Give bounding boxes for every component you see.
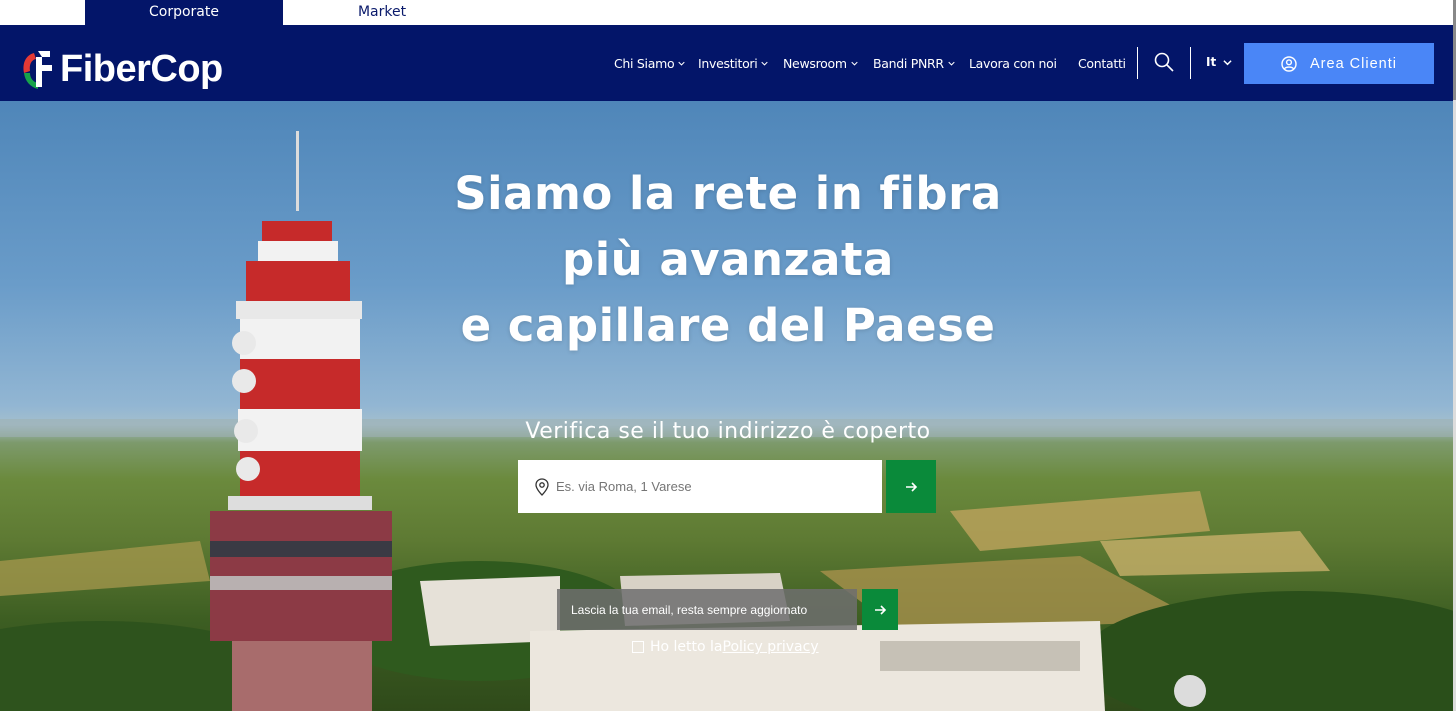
logo-text: FiberCop	[60, 47, 223, 90]
logo-mark-icon	[23, 51, 52, 89]
privacy-policy-link[interactable]: Policy privacy	[723, 639, 819, 655]
chevron-down-icon	[761, 61, 769, 66]
chevron-down-icon	[678, 61, 685, 66]
coverage-subtitle: Verifica se il tuo indirizzo è coperto	[525, 419, 931, 444]
nav-divider	[1137, 47, 1138, 79]
address-input[interactable]	[556, 479, 856, 494]
user-circle-icon	[1281, 55, 1297, 72]
main-header: FiberCop Chi Siamo Investitori Newsroom …	[0, 25, 1456, 101]
hero-title-line: e capillare del Paese	[460, 299, 996, 352]
newsletter-submit-button[interactable]	[862, 589, 898, 630]
nav-label: Chi Siamo	[614, 56, 675, 71]
arrow-right-icon	[906, 481, 918, 492]
language-label: It	[1206, 55, 1217, 69]
nav-label: Bandi PNRR	[873, 56, 944, 71]
privacy-checkbox[interactable]	[632, 641, 644, 653]
nav-label: Lavora con noi	[969, 56, 1057, 71]
nav-divider	[1190, 47, 1191, 79]
nav-investitori[interactable]: Investitori	[698, 56, 769, 71]
hero-title-line: più avanzata	[562, 233, 894, 286]
privacy-prefix: Ho letto la	[650, 639, 723, 655]
hero-title-line: Siamo la rete in fibra	[454, 167, 1002, 220]
fibercop-logo[interactable]: FiberCop	[20, 45, 223, 93]
tab-corporate[interactable]: Corporate	[85, 0, 283, 25]
area-clienti-label: Area Clienti	[1310, 55, 1397, 72]
arrow-right-icon	[875, 604, 887, 615]
area-clienti-button[interactable]: Area Clienti	[1244, 43, 1434, 84]
nav-chi-siamo[interactable]: Chi Siamo	[614, 56, 685, 71]
nav-bandi-pnrr[interactable]: Bandi PNRR	[873, 56, 955, 71]
newsletter-box	[557, 589, 857, 630]
nav-newsroom[interactable]: Newsroom	[783, 56, 858, 71]
nav-label: Investitori	[698, 56, 758, 71]
language-selector[interactable]: It	[1206, 55, 1232, 69]
hero-section: Siamo la rete in fibra più avanzata e ca…	[0, 101, 1456, 711]
search-icon[interactable]	[1154, 52, 1174, 72]
nav-contatti[interactable]: Contatti	[1078, 56, 1126, 71]
chevron-down-icon	[948, 61, 955, 66]
newsletter-email-input[interactable]	[571, 602, 851, 617]
address-submit-button[interactable]	[886, 460, 936, 513]
chevron-down-icon	[851, 61, 858, 66]
address-search-box	[518, 460, 882, 513]
site-switcher: Corporate Market	[0, 0, 1456, 25]
nav-label: Newsroom	[783, 56, 847, 71]
nav-lavora-con-noi[interactable]: Lavora con noi	[969, 56, 1057, 71]
privacy-consent: Ho letto la Policy privacy	[632, 639, 819, 655]
chevron-down-icon	[1223, 59, 1232, 65]
tab-market[interactable]: Market	[283, 0, 481, 25]
nav-label: Contatti	[1078, 56, 1126, 71]
hero-title: Siamo la rete in fibra più avanzata e ca…	[428, 161, 1028, 359]
map-pin-icon	[535, 477, 549, 496]
